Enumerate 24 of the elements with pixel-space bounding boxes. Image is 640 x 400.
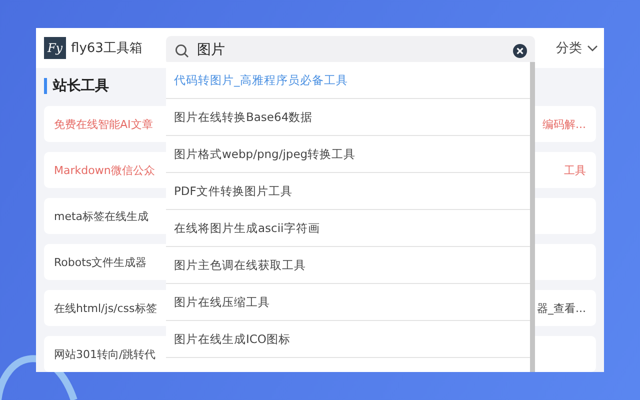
search-field[interactable]: 图片	[166, 36, 535, 64]
tool-name: 在线html/js/css标签	[54, 300, 157, 316]
logo-icon: Fy	[44, 37, 66, 59]
suggestion-item[interactable]: 图片在线转换Base64数据	[166, 99, 530, 136]
suggestion-item[interactable]: PDF文件转换图片工具	[166, 173, 530, 210]
category-menu[interactable]: 分类	[554, 39, 600, 57]
clear-icon[interactable]	[513, 44, 527, 58]
tool-name: 免费在线智能AI文章	[54, 116, 153, 132]
tool-name: Markdown微信公众	[54, 162, 155, 178]
tool-name: Robots文件生成器	[54, 254, 147, 270]
scrollbar[interactable]	[530, 62, 535, 372]
suggestion-item[interactable]: 图片在线生成ICO图标	[166, 321, 530, 358]
search-icon	[175, 44, 189, 58]
suggestion-item[interactable]: 在线将图片生成ascii字符画	[166, 210, 530, 247]
tool-name: 网站301转向/跳转代	[54, 346, 156, 362]
suggestion-item[interactable]: 图片格式webp/png/jpeg转换工具	[166, 136, 530, 173]
site-name: fly63工具箱	[71, 40, 142, 57]
tool-name: meta标签在线生成	[54, 208, 149, 224]
tool-name: 工具	[564, 162, 586, 178]
suggestion-item[interactable]: 图片在线压缩工具	[166, 284, 530, 321]
suggestion-item[interactable]: 图片主色调在线获取工具	[166, 247, 530, 284]
tool-name: 编码解...	[542, 116, 586, 132]
chevron-down-icon	[587, 44, 598, 52]
tool-name: 器_查看...	[537, 300, 586, 316]
